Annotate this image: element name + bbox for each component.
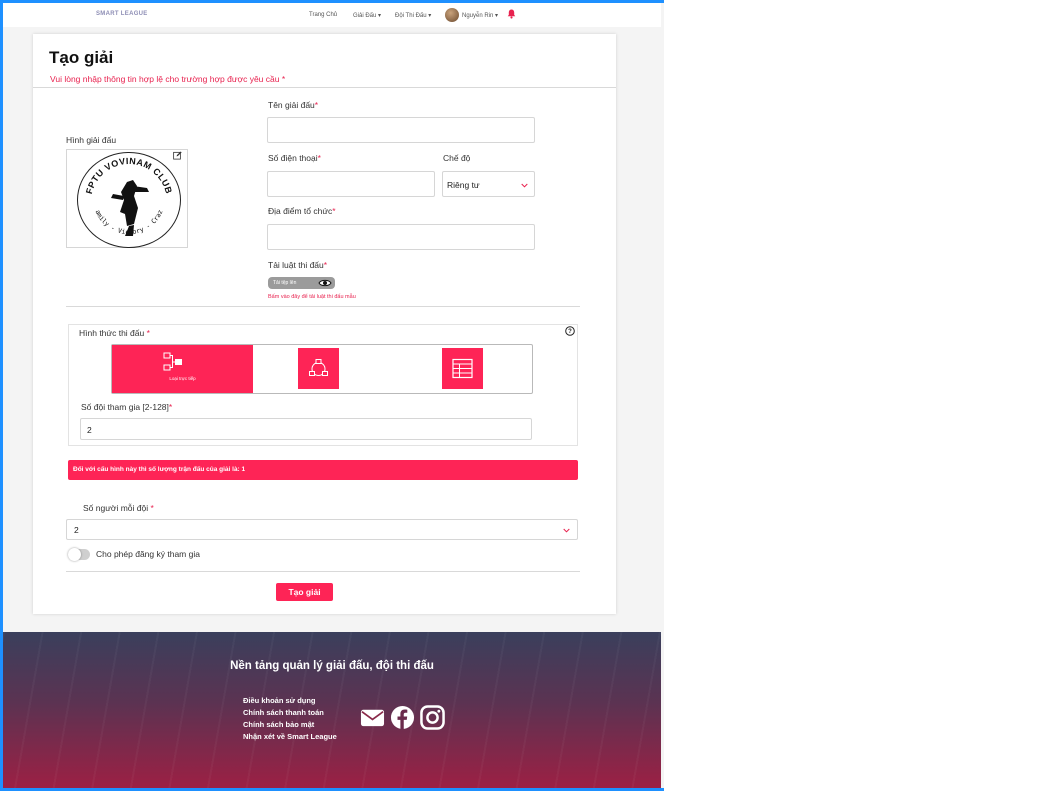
divider (66, 571, 580, 572)
mode-select[interactable]: Riêng tư (442, 171, 535, 197)
format-option-label: Loại trực tiếp (169, 376, 196, 381)
location-input[interactable] (267, 224, 535, 250)
allow-register-label: Cho phép đăng ký tham gia (96, 549, 200, 559)
footer: Nền tảng quản lý giải đấu, đội thi đấu Đ… (3, 632, 661, 788)
image-label: Hình giải đấu (66, 135, 117, 145)
svg-text:?: ? (568, 329, 572, 335)
players-select-value: 2 (74, 525, 79, 535)
logo-art: FPTU VOVINAM CLUB Family - Victory - Cra… (77, 152, 174, 236)
footer-link-terms[interactable]: Điều khoản sử dụng (243, 696, 316, 705)
rules-template-link[interactable]: Bấm vào đây để tải luật thi đấu mẫu (268, 294, 356, 300)
page-subtitle: Vui lòng nhập thông tin hợp lệ cho trườn… (50, 74, 286, 84)
avatar[interactable] (445, 8, 459, 22)
allow-register-toggle[interactable] (68, 548, 90, 561)
table-icon (452, 358, 473, 379)
teams-input[interactable]: 2 (80, 418, 532, 440)
footer-link-privacy[interactable]: Chính sách bảo mật (243, 720, 314, 729)
chevron-down-icon (521, 183, 528, 188)
toggle-knob (68, 548, 81, 561)
user-menu[interactable]: Nguyễn Rin ▾ (462, 12, 498, 19)
round-robin-icon (309, 359, 328, 376)
divider (33, 87, 616, 88)
rules-label: Tải luật thi đấu* (268, 260, 328, 270)
phone-label: Số điện thoại* (268, 153, 321, 163)
players-label: Số người mỗi đội * (83, 503, 154, 513)
facebook-icon[interactable] (390, 705, 415, 730)
footer-link-payment[interactable]: Chính sách thanh toán (243, 708, 324, 717)
teams-label: Số đội tham gia [2-128]* (81, 402, 173, 412)
chevron-down-icon (563, 528, 570, 533)
mail-icon[interactable] (360, 705, 385, 730)
brand-logo[interactable]: SMART LEAGUE (96, 11, 148, 17)
create-tournament-button[interactable]: Tạo giải (276, 583, 333, 601)
page-title: Tạo giải (49, 48, 114, 67)
nav-home[interactable]: Trang Chủ (309, 12, 337, 18)
navbar: SMART LEAGUE Trang Chủ Giải Đấu ▾ Đội Th… (3, 3, 661, 27)
footer-title: Nền tảng quản lý giải đấu, đội thi đấu (230, 660, 434, 672)
edit-icon[interactable] (173, 151, 182, 160)
format-option-knockout[interactable]: Loại trực tiếp (112, 345, 253, 393)
bell-icon[interactable] (507, 9, 516, 19)
nav-teams[interactable]: Đội Thi Đấu ▾ (395, 12, 431, 19)
footer-background (3, 632, 661, 788)
footer-link-review[interactable]: Nhận xét về Smart League (243, 732, 337, 741)
phone-input[interactable] (267, 171, 435, 197)
instagram-icon[interactable] (420, 705, 445, 730)
divider (66, 306, 580, 307)
tournament-image[interactable]: FPTU VOVINAM CLUB Family - Victory - Cra… (66, 149, 188, 248)
players-select[interactable]: 2 (66, 519, 578, 540)
format-option-table[interactable] (442, 348, 483, 389)
club-logo: FPTU VOVINAM CLUB Family - Victory - Cra… (77, 152, 181, 248)
mode-select-value: Riêng tư (447, 180, 480, 190)
bracket-icon (163, 352, 182, 371)
mode-label: Chế độ (443, 153, 471, 163)
create-tournament-card: Tạo giải Vui lòng nhập thông tin hợp lệ … (33, 34, 616, 614)
nav-tournaments[interactable]: Giải Đấu ▾ (353, 12, 381, 19)
format-options: Loại trực tiếp (111, 344, 533, 394)
matches-alert: Đối với cấu hình này thì số lượng trận đ… (68, 460, 578, 480)
format-label: Hình thức thi đấu * (79, 328, 150, 338)
location-label: Địa điểm tổ chức* (268, 206, 336, 216)
format-option-round-robin[interactable] (298, 348, 339, 389)
eye-icon[interactable] (318, 278, 332, 288)
tournament-name-label: Tên giải đấu* (268, 100, 319, 110)
help-icon[interactable]: ? (565, 326, 575, 336)
tournament-name-input[interactable] (267, 117, 535, 143)
